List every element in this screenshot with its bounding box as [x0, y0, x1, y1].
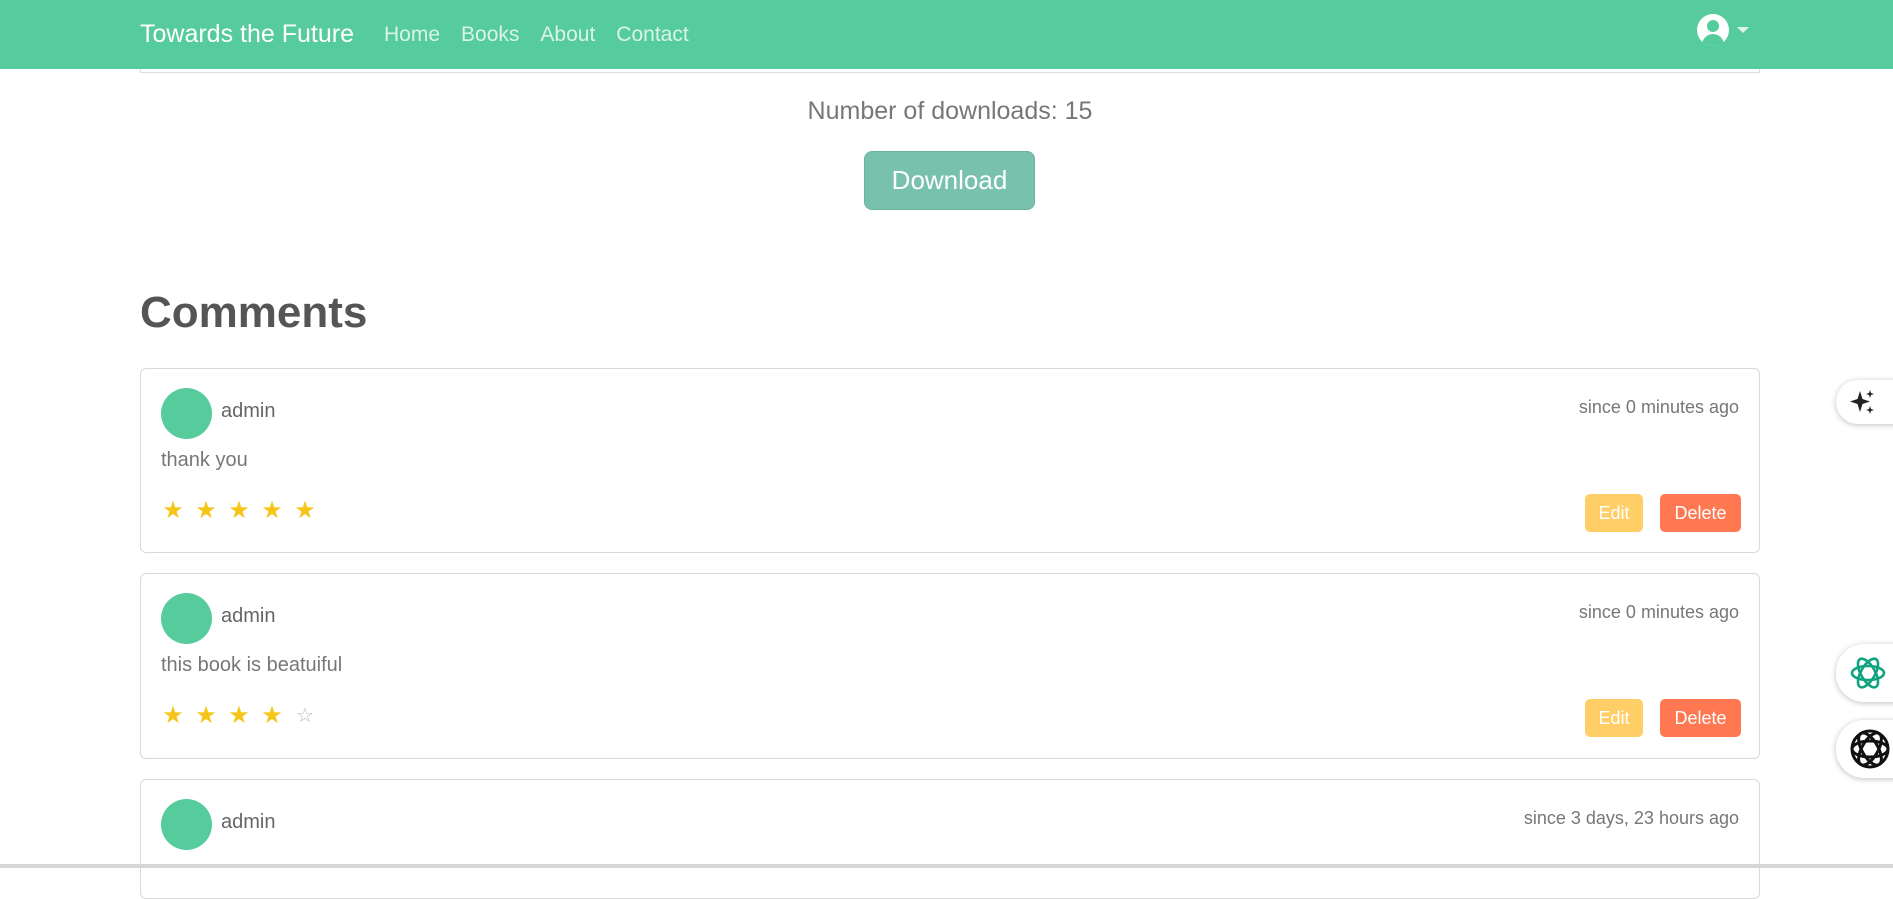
- avatar: [161, 593, 212, 644]
- avatar: [161, 388, 212, 439]
- star-icon: ★: [162, 497, 184, 524]
- comment-card: admin since 0 minutes ago thank you ★ ★ …: [140, 368, 1760, 553]
- comment-time: since 0 minutes ago: [1578, 602, 1739, 622]
- star-icon: ★: [195, 702, 217, 729]
- comment-text: thank you: [161, 449, 248, 471]
- nav-link-about[interactable]: About: [540, 23, 595, 47]
- star-rating: ★ ★ ★ ★ ★: [161, 499, 317, 523]
- comment-author: admin: [221, 400, 276, 422]
- nav-link-contact[interactable]: Contact: [616, 23, 688, 47]
- caret-down-icon: [1737, 27, 1749, 33]
- chatgpt-icon: [1850, 657, 1886, 689]
- chatgpt-button[interactable]: [1836, 644, 1893, 702]
- sparkle-icon: [1850, 390, 1874, 414]
- sparkle-assistant-button[interactable]: [1836, 380, 1893, 424]
- horizontal-scrollbar[interactable]: [0, 864, 1893, 868]
- star-icon: ★: [294, 497, 316, 524]
- delete-button[interactable]: Delete: [1660, 494, 1741, 532]
- downloads-count: Number of downloads: 15: [807, 97, 1093, 125]
- star-icon: ★: [195, 497, 217, 524]
- edit-button[interactable]: Edit: [1585, 699, 1643, 737]
- comment-time: since 0 minutes ago: [1578, 397, 1739, 417]
- comments-heading: Comments: [140, 288, 368, 337]
- comment-time: since 3 days, 23 hours ago: [1523, 808, 1739, 828]
- star-icon: ★: [162, 702, 184, 729]
- delete-button[interactable]: Delete: [1660, 699, 1741, 737]
- edit-button[interactable]: Edit: [1585, 494, 1643, 532]
- nav-link-home[interactable]: Home: [384, 23, 440, 47]
- empty-star-icon: ☆: [296, 705, 314, 727]
- download-button[interactable]: Download: [864, 151, 1035, 210]
- comment-card: admin since 3 days, 23 hours ago: [140, 779, 1760, 899]
- star-icon: ★: [228, 702, 250, 729]
- star-icon: ★: [228, 497, 250, 524]
- comment-author: admin: [221, 605, 276, 627]
- user-circle-icon: [1697, 14, 1729, 46]
- brand-link[interactable]: Towards the Future: [140, 20, 354, 49]
- comment-card: admin since 0 minutes ago this book is b…: [140, 573, 1760, 759]
- star-icon: ★: [261, 497, 283, 524]
- user-menu-dropdown[interactable]: [1697, 14, 1749, 46]
- ai-assistant-button[interactable]: [1836, 720, 1893, 778]
- star-rating: ★ ★ ★ ★ ☆: [161, 704, 317, 728]
- comment-text: this book is beatuiful: [161, 654, 343, 676]
- ai-assistant-icon: [1850, 729, 1890, 769]
- star-icon: ★: [261, 702, 283, 729]
- avatar: [161, 799, 212, 850]
- comment-author: admin: [221, 811, 276, 833]
- book-card-bottom-edge: [140, 69, 1760, 73]
- navbar: Towards the Future Home Books About Cont…: [0, 0, 1893, 69]
- nav-link-books[interactable]: Books: [461, 23, 519, 47]
